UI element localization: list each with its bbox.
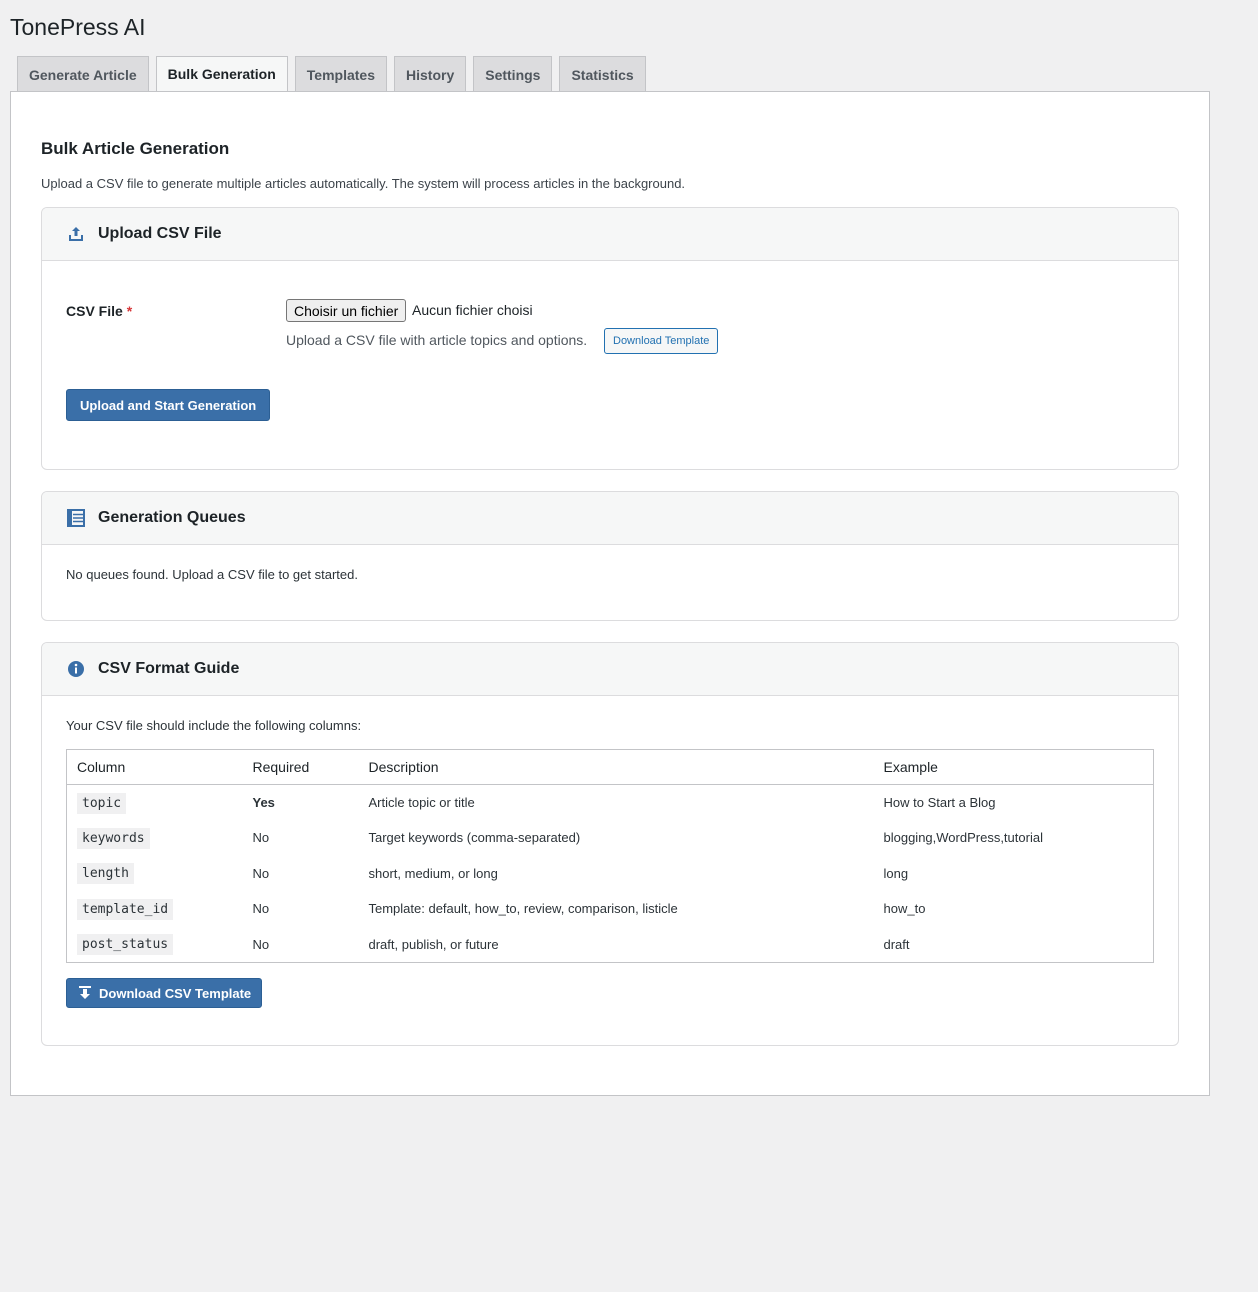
description-value: Target keywords (comma-separated) xyxy=(368,830,581,846)
tab-statistics[interactable]: Statistics xyxy=(559,56,646,92)
page-title: Bulk Article Generation xyxy=(41,139,230,158)
required-value: Yes xyxy=(252,795,275,810)
tab-generate-article[interactable]: Generate Article xyxy=(17,56,149,92)
example-value: blogging,WordPress,tutorial xyxy=(883,830,1043,846)
download-csv-template-label: Download CSV Template xyxy=(99,985,252,1001)
table-row: post_status No draft, publish, or future… xyxy=(67,927,1154,963)
table-row: template_id No Template: default, how_to… xyxy=(67,891,1154,927)
upload-card-header: Upload CSV File xyxy=(42,208,1178,261)
tab-bar: Generate Article Bulk Generation Templat… xyxy=(17,56,646,92)
example-value: long xyxy=(883,865,909,881)
tab-panel: Bulk Article Generation Upload a CSV fil… xyxy=(10,91,1210,1096)
info-icon xyxy=(66,659,86,679)
example-value: how_to xyxy=(883,901,926,917)
required-value: No xyxy=(252,830,270,846)
column-name: length xyxy=(77,863,134,885)
guide-intro-text: Your CSV file should include the followi… xyxy=(66,718,362,733)
required-value: No xyxy=(252,936,270,952)
example-value: How to Start a Blog xyxy=(883,795,996,810)
queues-card: Generation Queues No queues found. Uploa… xyxy=(41,491,1179,621)
upload-card-title: Upload CSV File xyxy=(98,225,222,242)
description-value: Template: default, how_to, review, compa… xyxy=(368,901,678,917)
upload-help-text: Upload a CSV file with article topics an… xyxy=(286,332,588,348)
header-example: Example xyxy=(873,749,1154,785)
table-row: keywords No Target keywords (comma-separ… xyxy=(67,820,1154,856)
tab-history[interactable]: History xyxy=(394,56,467,92)
column-name: post_status xyxy=(77,934,174,955)
download-icon xyxy=(79,986,91,1000)
no-file-text: Aucun fichier choisi xyxy=(412,302,533,318)
tab-templates[interactable]: Templates xyxy=(294,56,387,92)
header-column: Column xyxy=(66,749,243,785)
description-value: short, medium, or long xyxy=(368,865,498,881)
column-name: keywords xyxy=(77,827,150,849)
tab-bulk-generation[interactable]: Bulk Generation xyxy=(155,56,288,92)
required-value: No xyxy=(252,901,270,917)
description-value: draft, publish, or future xyxy=(368,936,499,952)
header-description: Description xyxy=(358,749,874,785)
header-required: Required xyxy=(242,749,359,785)
example-value: draft xyxy=(883,936,910,952)
guide-card: CSV Format Guide Your CSV file should in… xyxy=(41,642,1179,1046)
required-value: No xyxy=(252,865,270,881)
list-icon xyxy=(66,508,86,528)
tab-settings[interactable]: Settings xyxy=(473,56,553,92)
app-title: TonePress AI xyxy=(10,14,146,40)
download-template-button[interactable]: Download Template xyxy=(604,328,719,354)
table-row: length No short, medium, or long long xyxy=(67,856,1154,892)
download-csv-template-button[interactable]: Download CSV Template xyxy=(66,978,263,1008)
guide-card-header: CSV Format Guide xyxy=(42,643,1178,696)
upload-card: Upload CSV File CSV File * Choisir un fic… xyxy=(41,207,1179,470)
column-name: topic xyxy=(77,792,127,814)
csv-columns-table: Column Required Description Example topi… xyxy=(66,749,1154,963)
required-mark: * xyxy=(126,303,133,319)
description-value: Article topic or title xyxy=(368,795,475,810)
upload-start-button[interactable]: Upload and Start Generation xyxy=(66,389,271,421)
queues-empty-text: No queues found. Upload a CSV file to ge… xyxy=(66,567,358,582)
queues-card-header: Generation Queues xyxy=(42,492,1178,545)
csv-file-label-text: CSV File xyxy=(66,303,123,319)
table-header-row: Column Required Description Example xyxy=(66,749,1154,785)
table-row: topic Yes Article topic or title How to … xyxy=(67,785,1154,821)
choose-file-button[interactable]: Choisir un fichier xyxy=(286,299,407,322)
csv-file-label: CSV File * xyxy=(66,303,132,319)
queues-card-title: Generation Queues xyxy=(98,509,246,526)
page-description: Upload a CSV file to generate multiple a… xyxy=(41,176,686,191)
upload-icon xyxy=(66,224,86,244)
column-name: template_id xyxy=(77,898,174,920)
guide-card-title: CSV Format Guide xyxy=(98,660,240,677)
